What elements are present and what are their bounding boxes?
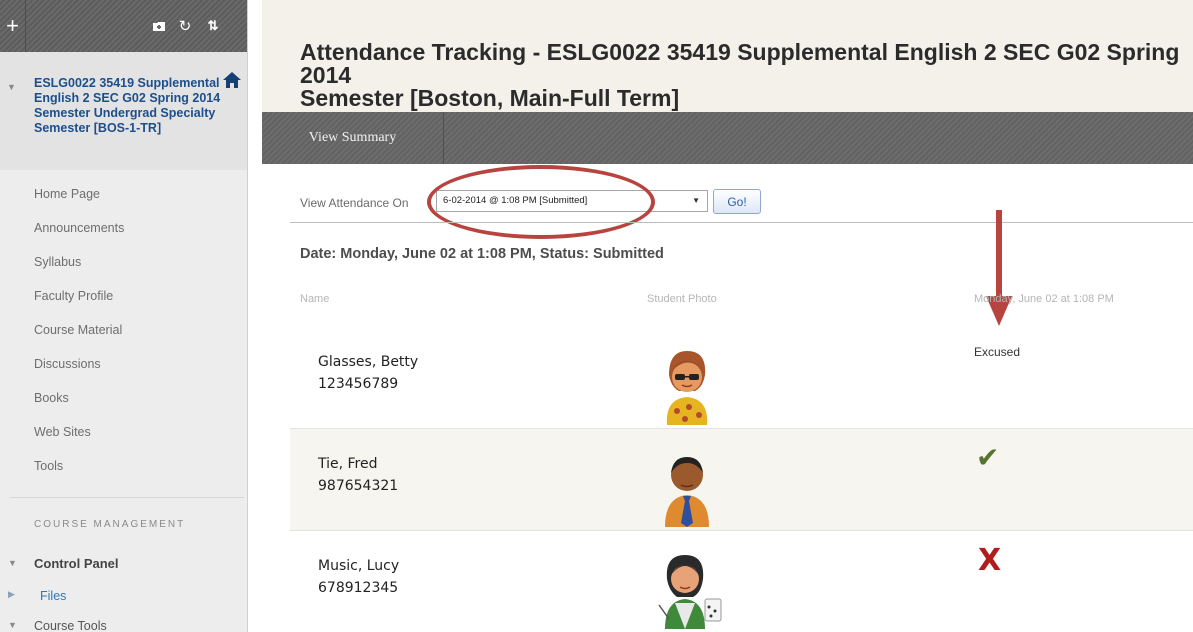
sidebar-item-announcements[interactable]: Announcements [34, 214, 124, 248]
table-row: Glasses, Betty 123456789 Excused [290, 327, 1193, 429]
attendance-table: Glasses, Betty 123456789 Excused Tie, Fr… [290, 327, 1193, 632]
sidebar-item-books[interactable]: Books [34, 384, 124, 418]
home-icon[interactable] [222, 70, 242, 90]
table-row: Music, Lucy 678912345 X [290, 531, 1193, 632]
go-button[interactable]: Go! [713, 189, 761, 214]
column-header-name[interactable]: Name [300, 293, 329, 305]
sort-icon[interactable]: ⇅ [202, 0, 224, 52]
sidebar-item-tools[interactable]: Tools [34, 452, 124, 486]
sidebar-item-home-page[interactable]: Home Page [34, 180, 124, 214]
page-header: Attendance Tracking - ESLG0022 35419 Sup… [262, 0, 1193, 112]
files-link[interactable]: Files [40, 589, 66, 603]
attendance-status-cell[interactable]: ✔ [974, 441, 1054, 481]
column-header-photo: Student Photo [647, 293, 717, 305]
refresh-icon[interactable]: ↻ [174, 0, 196, 52]
student-female-sunglasses-icon [666, 351, 708, 425]
main-content: Attendance Tracking - ESLG0022 35419 Sup… [262, 0, 1193, 632]
course-tools-toggle[interactable]: Course Tools [34, 619, 107, 632]
chevron-down-icon[interactable]: ▼ [692, 191, 700, 211]
attendance-status-line: Date: Monday, June 02 at 1:08 PM, Status… [300, 246, 664, 262]
down-arrow-annotation-icon [986, 210, 1012, 326]
divider [290, 222, 1193, 223]
view-summary-button[interactable]: View Summary [262, 112, 444, 164]
folder-icon[interactable] [148, 0, 170, 52]
divider [10, 497, 244, 498]
collapse-arrow-icon[interactable]: ▼ [8, 620, 17, 630]
highlight-ellipse-annotation [427, 165, 655, 239]
collapse-arrow-icon[interactable]: ▼ [8, 558, 17, 568]
student-id: 123456789 [318, 376, 399, 392]
sidebar-item-faculty-profile[interactable]: Faculty Profile [34, 282, 124, 316]
page-title: Attendance Tracking - ESLG0022 35419 Sup… [300, 39, 1180, 111]
course-sidebar: + ↻ ⇅ ▼ ESLG0022 35419 Supplemental Engl… [0, 0, 248, 632]
sidebar-item-discussions[interactable]: Discussions [34, 350, 124, 384]
student-name: Tie, Fred [318, 456, 378, 472]
screen: + ↻ ⇅ ▼ ESLG0022 35419 Supplemental Engl… [0, 0, 1193, 632]
collapse-arrow-icon[interactable]: ▼ [7, 82, 16, 92]
attendance-status-cell[interactable]: Excused [974, 339, 1054, 379]
checkmark-icon: ✔ [976, 441, 1000, 474]
x-mark-icon: X [978, 543, 1002, 578]
control-panel-toggle[interactable]: Control Panel [34, 556, 119, 571]
column-header-date[interactable]: Monday, June 02 at 1:08 PM [974, 293, 1114, 305]
table-row: Tie, Fred 987654321 ✔ [290, 429, 1193, 531]
student-female-music-icon [658, 555, 722, 629]
sidebar-item-syllabus[interactable]: Syllabus [34, 248, 124, 282]
attendance-status-cell[interactable]: X [974, 543, 1054, 583]
view-attendance-label: View Attendance On [300, 196, 409, 210]
action-bar: View Summary [262, 112, 1193, 164]
student-id: 987654321 [318, 478, 399, 494]
course-management-heading: COURSE MANAGEMENT [34, 519, 186, 530]
student-name: Glasses, Betty [318, 354, 419, 370]
sidebar-item-course-material[interactable]: Course Material [34, 316, 124, 350]
expand-arrow-icon[interactable]: ▶ [8, 589, 15, 600]
course-title-link[interactable]: ESLG0022 35419 Supplemental English 2 SE… [34, 76, 234, 136]
sidebar-toolbar: + ↻ ⇅ [0, 0, 247, 52]
course-menu: Home Page Announcements Syllabus Faculty… [34, 180, 124, 486]
sidebar-item-web-sites[interactable]: Web Sites [34, 418, 124, 452]
plus-icon[interactable]: + [0, 0, 26, 52]
student-male-tie-icon [665, 457, 709, 527]
status-excused: Excused [974, 345, 1021, 359]
student-id: 678912345 [318, 580, 399, 596]
student-name: Music, Lucy [318, 558, 400, 574]
